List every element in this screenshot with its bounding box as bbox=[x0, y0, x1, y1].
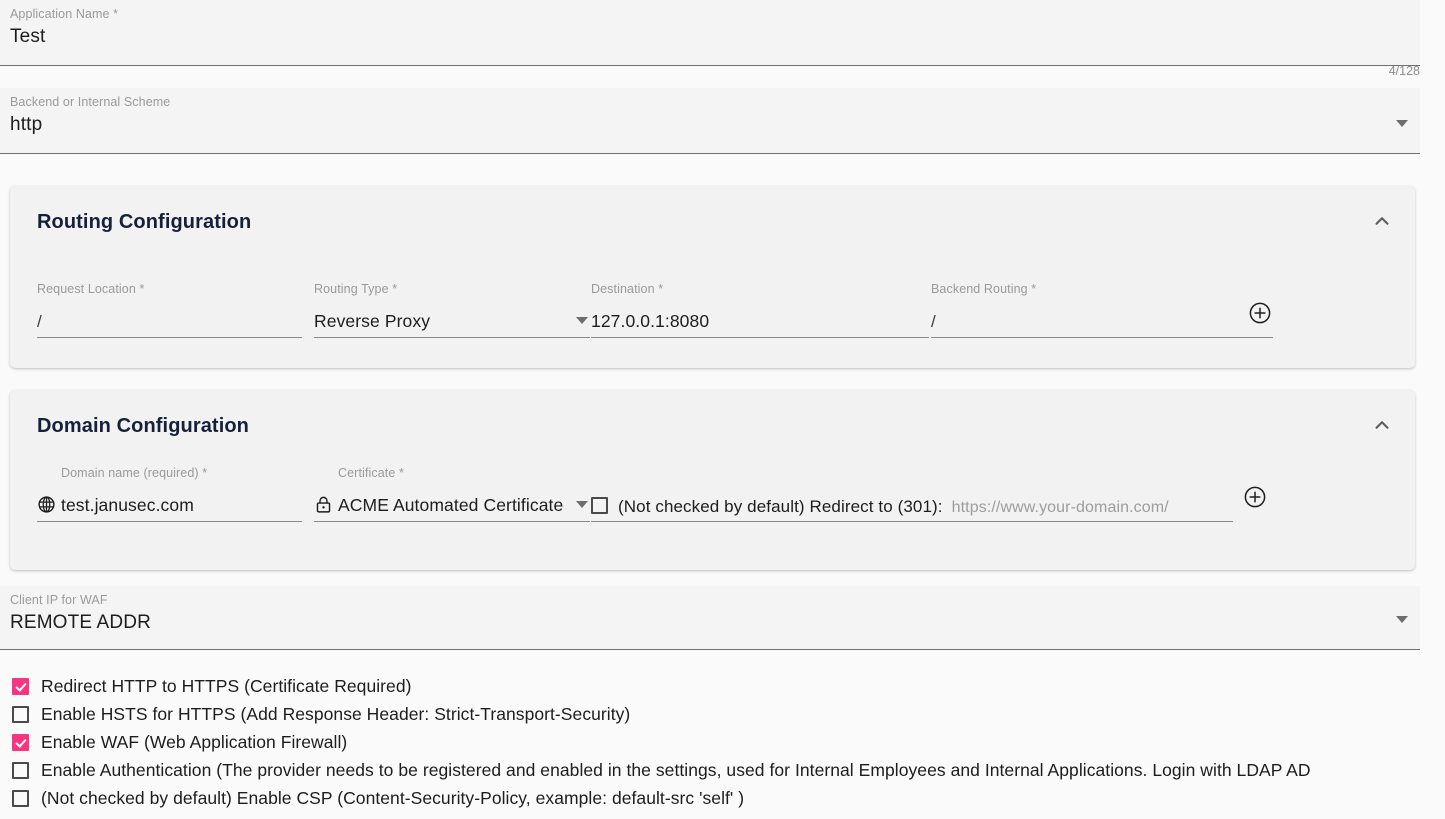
destination-field[interactable]: Destination * 127.0.0.1:8080 bbox=[591, 282, 929, 338]
redirect-301-label: (Not checked by default) Redirect to (30… bbox=[618, 497, 943, 516]
security-options-list: Redirect HTTP to HTTPS (Certificate Requ… bbox=[12, 672, 1445, 812]
chevron-up-icon[interactable] bbox=[1371, 414, 1393, 436]
application-name-value: Test bbox=[10, 26, 46, 47]
chevron-down-icon[interactable] bbox=[576, 317, 588, 324]
domain-configuration-title: Domain Configuration bbox=[37, 415, 249, 437]
option-checkbox[interactable] bbox=[12, 733, 29, 751]
domain-name-value: test.janusec.com bbox=[61, 495, 194, 515]
chevron-down-icon[interactable] bbox=[1396, 120, 1408, 127]
chevron-down-icon[interactable] bbox=[576, 501, 588, 508]
backend-routing-label: Backend Routing * bbox=[931, 282, 1037, 296]
routing-type-value: Reverse Proxy bbox=[314, 311, 431, 331]
option-label: Enable WAF (Web Application Firewall) bbox=[41, 731, 348, 752]
redirect-301-field[interactable]: (Not checked by default) Redirect to (30… bbox=[591, 480, 1233, 522]
routing-type-select[interactable]: Routing Type * Reverse Proxy bbox=[314, 282, 590, 338]
application-settings-form: Application Name * Test 4/128 Backend or… bbox=[0, 0, 1445, 819]
add-domain-plus-circle-icon[interactable] bbox=[1243, 485, 1267, 509]
application-name-label: Application Name * bbox=[10, 7, 119, 21]
redirect-301-checkbox[interactable] bbox=[591, 497, 608, 514]
globe-icon bbox=[37, 495, 57, 515]
destination-value: 127.0.0.1:8080 bbox=[591, 311, 710, 331]
destination-label: Destination * bbox=[591, 282, 664, 296]
backend-routing-field[interactable]: Backend Routing * / bbox=[931, 282, 1273, 338]
option-enable-csp[interactable]: (Not checked by default) Enable CSP (Con… bbox=[12, 784, 1445, 812]
chevron-up-icon[interactable] bbox=[1371, 210, 1393, 232]
backend-scheme-value: http bbox=[10, 114, 43, 135]
certificate-label: Certificate * bbox=[338, 466, 404, 480]
domain-configuration-card: Domain Configuration Domain name (requir… bbox=[10, 390, 1415, 570]
option-label: Enable HSTS for HTTPS (Add Response Head… bbox=[41, 703, 631, 724]
request-location-label: Request Location * bbox=[37, 282, 145, 296]
add-routing-plus-circle-icon[interactable] bbox=[1248, 301, 1272, 325]
option-label: (Not checked by default) Enable CSP (Con… bbox=[41, 787, 745, 808]
option-checkbox[interactable] bbox=[12, 705, 29, 723]
lock-icon bbox=[314, 495, 334, 515]
domain-name-field[interactable]: Domain name (required) * test.janusec.co… bbox=[37, 466, 302, 522]
option-enable-hsts[interactable]: Enable HSTS for HTTPS (Add Response Head… bbox=[12, 700, 1445, 728]
request-location-value: / bbox=[37, 312, 42, 331]
client-ip-waf-label: Client IP for WAF bbox=[10, 593, 108, 607]
option-checkbox[interactable] bbox=[12, 677, 29, 695]
redirect-301-url-placeholder: https://www.your-domain.com/ bbox=[951, 499, 1169, 516]
redirect-301-row: (Not checked by default) Redirect to (30… bbox=[591, 497, 1169, 521]
option-enable-waf[interactable]: Enable WAF (Web Application Firewall) bbox=[12, 728, 1445, 756]
chevron-down-icon[interactable] bbox=[1396, 616, 1408, 623]
option-label: Enable Authentication (The provider need… bbox=[41, 759, 1311, 780]
certificate-value: ACME Automated Certificate bbox=[338, 495, 564, 515]
option-checkbox[interactable] bbox=[12, 761, 29, 779]
request-location-field[interactable]: Request Location * / bbox=[37, 282, 302, 338]
application-name-counter: 4/128 bbox=[1388, 64, 1420, 78]
client-ip-waf-value: REMOTE ADDR bbox=[10, 612, 151, 633]
routing-type-label: Routing Type * bbox=[314, 282, 398, 296]
certificate-select[interactable]: Certificate * ACME Automated Certificate bbox=[314, 466, 590, 522]
routing-configuration-card: Routing Configuration Request Location *… bbox=[10, 186, 1415, 368]
routing-configuration-title: Routing Configuration bbox=[37, 211, 252, 233]
option-label: Redirect HTTP to HTTPS (Certificate Requ… bbox=[41, 675, 412, 696]
option-enable-authentication[interactable]: Enable Authentication (The provider need… bbox=[12, 756, 1445, 784]
option-checkbox[interactable] bbox=[12, 789, 29, 807]
backend-scheme-select[interactable]: Backend or Internal Scheme http bbox=[0, 88, 1420, 154]
domain-name-label: Domain name (required) * bbox=[61, 466, 208, 480]
backend-scheme-label: Backend or Internal Scheme bbox=[10, 95, 171, 109]
application-name-field[interactable]: Application Name * Test bbox=[0, 0, 1420, 66]
client-ip-waf-select[interactable]: Client IP for WAF REMOTE ADDR bbox=[0, 586, 1420, 650]
option-redirect-http-to-https[interactable]: Redirect HTTP to HTTPS (Certificate Requ… bbox=[12, 672, 1445, 700]
backend-routing-value: / bbox=[931, 312, 936, 331]
